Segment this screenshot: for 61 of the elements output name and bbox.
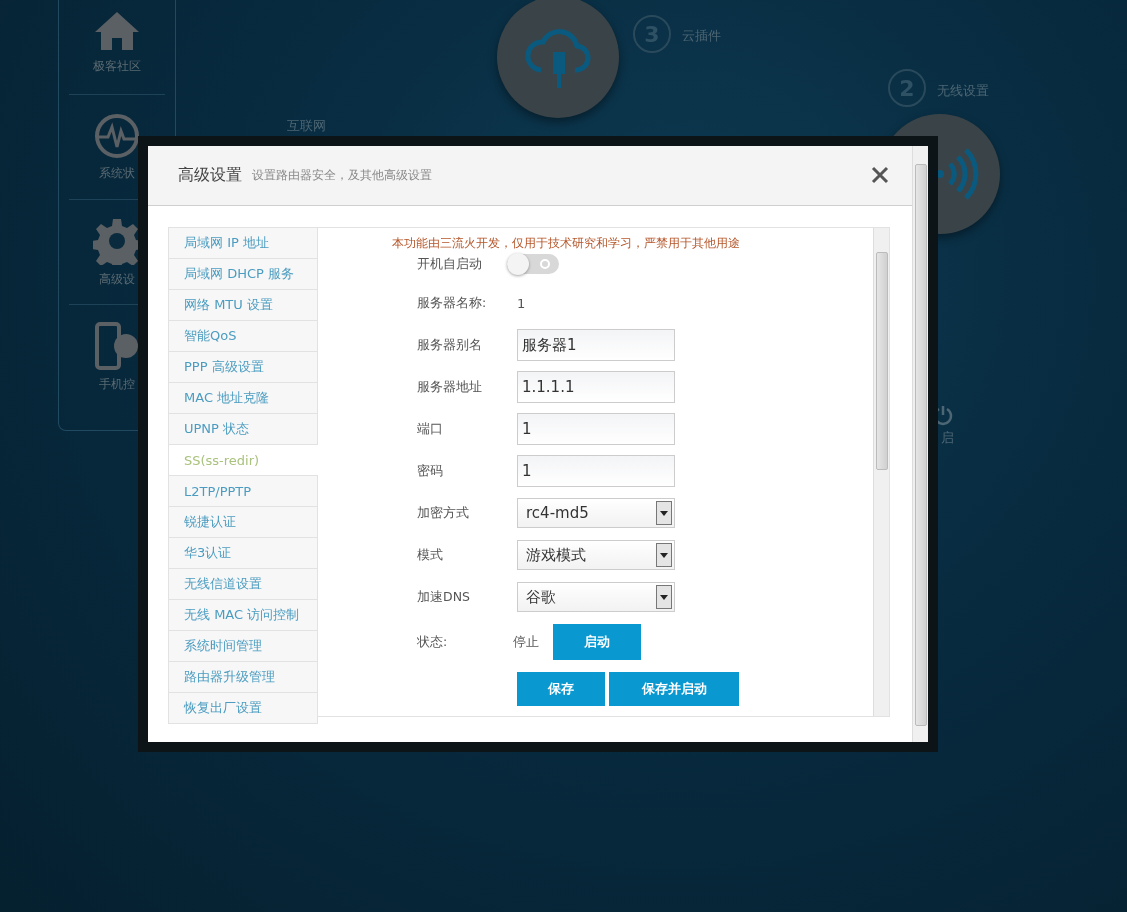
menu-item[interactable]: 局域网 DHCP 服务 (168, 259, 318, 290)
nav-label[interactable]: 极客社区 (93, 57, 141, 75)
step-label: 无线设置 (937, 82, 989, 100)
dropdown[interactable]: 谷歌 (517, 582, 675, 612)
start-button[interactable]: 启动 (553, 624, 641, 660)
save-button[interactable]: 保存 (517, 672, 605, 706)
menu-item[interactable]: 锐捷认证 (168, 507, 318, 538)
text-field[interactable]: 1.1.1.1 (517, 371, 675, 403)
menu-item[interactable]: 无线 MAC 访问控制 (168, 600, 318, 631)
menu-item[interactable]: 路由器升级管理 (168, 662, 318, 693)
menu-item[interactable]: 智能QoS (168, 321, 318, 352)
nav-label[interactable]: 系统状 (99, 164, 135, 182)
notice-text: 本功能由三流火开发，仅用于技术研究和学习，严禁用于其他用途 (392, 235, 740, 252)
menu-item[interactable]: 局域网 IP 地址 (168, 228, 318, 259)
field-label: 服务器地址 (417, 378, 483, 396)
nav-label[interactable]: 高级设 (99, 270, 135, 288)
menu-item[interactable]: 华3认证 (168, 538, 318, 569)
field-label: 密码 (417, 462, 444, 480)
dropdown[interactable]: rc4-md5 (517, 498, 675, 528)
toggle-switch[interactable] (507, 254, 559, 274)
save-button[interactable]: 保存并启动 (609, 672, 739, 706)
gear-icon (93, 216, 141, 265)
caret-icon (656, 501, 672, 525)
status-value: 停止 (513, 633, 539, 651)
pulse-icon (94, 112, 140, 159)
menu-item[interactable]: SS(ss-redir) (168, 445, 318, 476)
menu-item[interactable]: 无线信道设置 (168, 569, 318, 600)
field-label: 服务器名称: (417, 294, 488, 312)
text-field[interactable]: 1 (517, 413, 675, 445)
phone-icon (94, 321, 140, 370)
menu-item[interactable]: 恢复出厂设置 (168, 693, 318, 724)
caret-icon (656, 585, 672, 609)
internet-label: 互联网 (287, 117, 326, 135)
menu-item[interactable]: 网络 MTU 设置 (168, 290, 318, 321)
dropdown[interactable]: 游戏模式 (517, 540, 675, 570)
close-button[interactable] (870, 166, 890, 186)
menu-item[interactable]: L2TP/PPTP (168, 476, 318, 507)
scrollbar[interactable] (912, 146, 928, 742)
scrollbar[interactable] (873, 228, 889, 716)
home-icon (93, 9, 141, 52)
field-label: 加密方式 (417, 504, 470, 522)
caret-icon (656, 543, 672, 567)
field-value: 1 (517, 295, 526, 311)
field-label: 模式 (417, 546, 444, 564)
ring-icon (539, 258, 551, 270)
field-label: 服务器别名 (417, 336, 483, 354)
text-field[interactable]: 服务器1 (517, 329, 675, 361)
field-label: 状态: (417, 633, 449, 651)
menu-item[interactable]: PPP 高级设置 (168, 352, 318, 383)
field-label: 端口 (417, 420, 444, 438)
menu-item[interactable]: 系统时间管理 (168, 631, 318, 662)
menu-item[interactable]: MAC 地址克隆 (168, 383, 318, 414)
text-field[interactable]: 1 (517, 455, 675, 487)
reboot-label[interactable]: 启 (941, 429, 954, 447)
menu-item[interactable]: UPNP 状态 (168, 414, 318, 445)
dialog-subtitle: 设置路由器安全，及其他高级设置 (252, 167, 432, 184)
field-label: 开机自启动 (417, 255, 483, 273)
nav-label[interactable]: 手机控 (99, 375, 135, 393)
field-label: 加速DNS (417, 588, 471, 606)
step-label: 云插件 (682, 27, 721, 45)
dialog-title: 高级设置 (178, 165, 242, 186)
